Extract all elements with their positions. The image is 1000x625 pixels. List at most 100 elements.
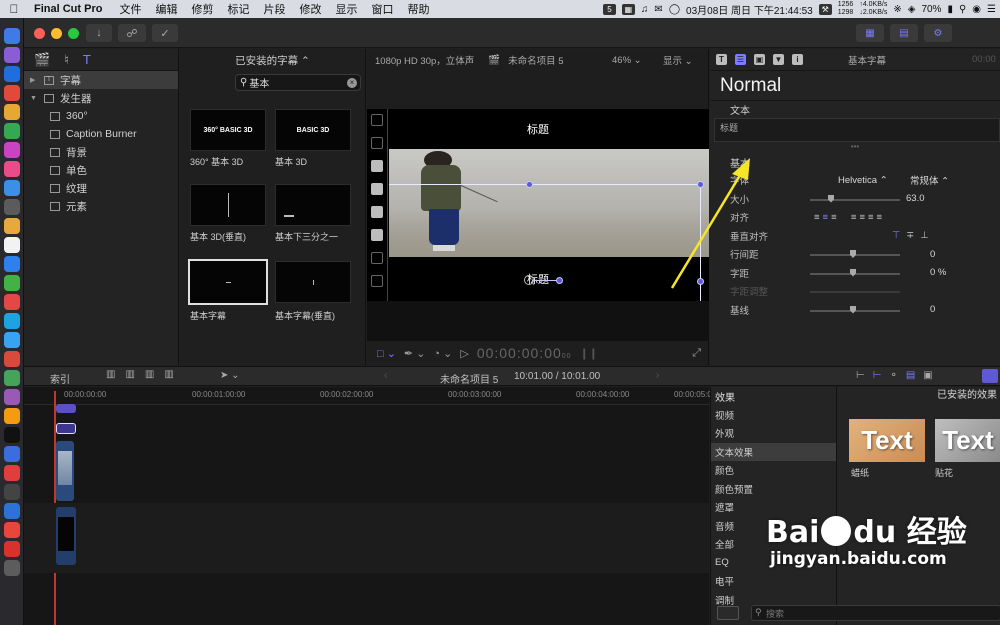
fx-category[interactable]: 遮罩 (711, 498, 836, 517)
photos-music-icon[interactable]: ♮ (64, 52, 69, 68)
menu-file[interactable]: 文件 (112, 1, 148, 17)
checkbox-4[interactable] (371, 183, 383, 195)
installed-titles-dropdown[interactable]: 已安装的字幕 ⌃ (180, 49, 365, 71)
disclosure-right-icon[interactable]: ▶ (30, 76, 44, 84)
effects-sidebar-toggle[interactable] (717, 606, 739, 620)
notes-icon[interactable] (3, 104, 20, 120)
menu-edit[interactable]: 编辑 (148, 1, 184, 17)
vpn-icon[interactable] (3, 503, 20, 519)
background-tasks-button[interactable]: ✓ (152, 24, 178, 42)
anchor-handle[interactable] (556, 277, 563, 284)
clear-search-icon[interactable]: × (347, 78, 357, 88)
browser-layout-button[interactable]: ▦ (856, 24, 884, 42)
tree-item-solids[interactable]: 单色 (24, 161, 178, 179)
tree-item-caption-burner[interactable]: Caption Burner (24, 125, 178, 143)
checkbox-7[interactable] (371, 252, 383, 264)
line-spacing-knob[interactable] (850, 250, 856, 258)
battery-level[interactable]: 70% (921, 4, 941, 15)
fx-category[interactable]: 视频 (711, 406, 836, 425)
music-icon[interactable]: ♫ (641, 4, 649, 15)
titles-icon[interactable]: T (83, 52, 91, 67)
select-tool-icon[interactable]: ➤ ⌄ (220, 370, 240, 381)
timeline-layout-button[interactable]: ▤ (890, 24, 918, 42)
keywords-button[interactable]: ☍ (118, 24, 146, 42)
fx-category[interactable]: 电平 (711, 572, 836, 591)
mail-icon[interactable] (3, 85, 20, 101)
menu-mark[interactable]: 标记 (220, 1, 256, 17)
fx-category[interactable]: 外观 (711, 424, 836, 443)
checkbox-3[interactable] (371, 160, 383, 172)
font-style-dropdown[interactable]: 常规体 ⌃ (910, 173, 949, 187)
title-tab-icon[interactable]: ☰ (735, 54, 746, 65)
speed-button[interactable]: ◔ ⌄ (433, 347, 452, 360)
battery-icon[interactable]: ▮ (947, 4, 953, 15)
tree-item-titles[interactable]: ▶ T 字幕 (24, 71, 178, 89)
close-window-button[interactable] (34, 28, 45, 39)
chrome-icon[interactable] (3, 123, 20, 139)
title-thumb-360-basic-3d[interactable]: 360° BASIC 3D (190, 109, 266, 151)
wechat-icon[interactable]: ✉ (654, 4, 662, 15)
text-field[interactable]: 标题 (714, 118, 1000, 142)
timeline-clip-title-selected[interactable] (56, 423, 76, 434)
wechat-dock-icon[interactable] (3, 275, 20, 291)
color-tab-icon[interactable]: ▼ (773, 54, 784, 65)
timeline-clip-video[interactable] (56, 441, 74, 501)
tool-icon[interactable]: ⚒ (818, 3, 832, 15)
terminal-icon[interactable] (3, 484, 20, 500)
control-icon[interactable]: ☰ (987, 4, 996, 15)
vertical-alignment-buttons[interactable]: ⊤∓⊥ (892, 230, 935, 241)
clock-sync-icon[interactable]: ◯ (669, 4, 680, 15)
titles-search-input[interactable]: ⚲ 基本 × (235, 74, 361, 91)
title-top[interactable]: 标题 (367, 121, 709, 137)
wifi-icon[interactable]: ◈ (908, 4, 916, 15)
index-button[interactable]: 索引 (50, 371, 70, 386)
tree-item-360[interactable]: 360° (24, 107, 178, 125)
podcast-icon[interactable] (3, 389, 20, 405)
search-icon[interactable]: ⚲ (959, 4, 966, 15)
yandex-icon[interactable] (3, 522, 20, 538)
size-value[interactable]: 63.0 (906, 193, 925, 204)
menu-clip[interactable]: 片段 (256, 1, 292, 17)
launchpad-icon[interactable] (3, 47, 20, 63)
bluetooth-icon[interactable]: ※ (893, 4, 901, 15)
siri-icon[interactable]: ◉ (972, 4, 981, 15)
clapper-icon[interactable]: 🎬 (34, 52, 50, 68)
timeline-right-tools[interactable]: ⊢⊢⚬▤▣ (856, 370, 941, 381)
menu-window[interactable]: 窗口 (364, 1, 400, 17)
checkbox-2[interactable] (371, 137, 383, 149)
effect-thumb-stencil[interactable]: Text (849, 419, 925, 462)
back-arrow-icon[interactable]: ‹ (384, 370, 387, 381)
resize-grip-icon[interactable]: ••• (710, 142, 1000, 154)
alignment-buttons[interactable]: ≡≡≡ ≡≡≡≡ (814, 212, 885, 223)
effects-search-input[interactable]: ⚲ 搜索 (751, 605, 1000, 621)
disclosure-down-icon[interactable]: ▼ (30, 95, 44, 102)
safari-icon[interactable] (3, 66, 20, 82)
tracking-knob[interactable] (850, 268, 856, 277)
datetime[interactable]: 03月08日 周日 下午21:44:53 (686, 2, 813, 17)
title-thumb-lower-third[interactable] (275, 184, 351, 226)
line-spacing-value[interactable]: 0 (930, 249, 935, 260)
title-bottom[interactable]: 标题 (367, 271, 709, 287)
text-tab-icon[interactable]: T (716, 54, 727, 65)
app-blue2-icon[interactable] (3, 446, 20, 462)
forward-arrow-icon[interactable]: › (656, 370, 659, 381)
size-slider-knob[interactable] (828, 194, 834, 203)
timeline-clip-generator[interactable] (56, 507, 76, 565)
edit-buttons[interactable]: ▥▥▥▥ (106, 369, 184, 380)
folder-icon[interactable] (3, 218, 20, 234)
title-thumb-basic-title-vertical[interactable] (275, 261, 351, 303)
effect-thumb-decal[interactable]: Text (935, 419, 1000, 462)
inspector-layout-button[interactable]: ⚙ (924, 24, 952, 42)
menu-help[interactable]: 帮助 (400, 1, 436, 17)
info-tab-icon[interactable]: i (792, 54, 803, 65)
checkbox-6[interactable] (371, 229, 383, 241)
baseline-value[interactable]: 0 (930, 304, 935, 315)
effects-browser-toggle[interactable] (982, 369, 998, 383)
app-green-icon[interactable] (3, 370, 20, 386)
app-red-icon[interactable] (3, 351, 20, 367)
timeline-ruler[interactable]: 00:00:00:00 00:00:01:00:00 00:00:02:00:0… (24, 387, 716, 405)
grid-icon[interactable]: ▦ (621, 3, 635, 15)
baseline-knob[interactable] (850, 305, 856, 314)
tree-item-textures[interactable]: 纹理 (24, 179, 178, 197)
video-tab-icon[interactable]: ▣ (754, 54, 765, 65)
